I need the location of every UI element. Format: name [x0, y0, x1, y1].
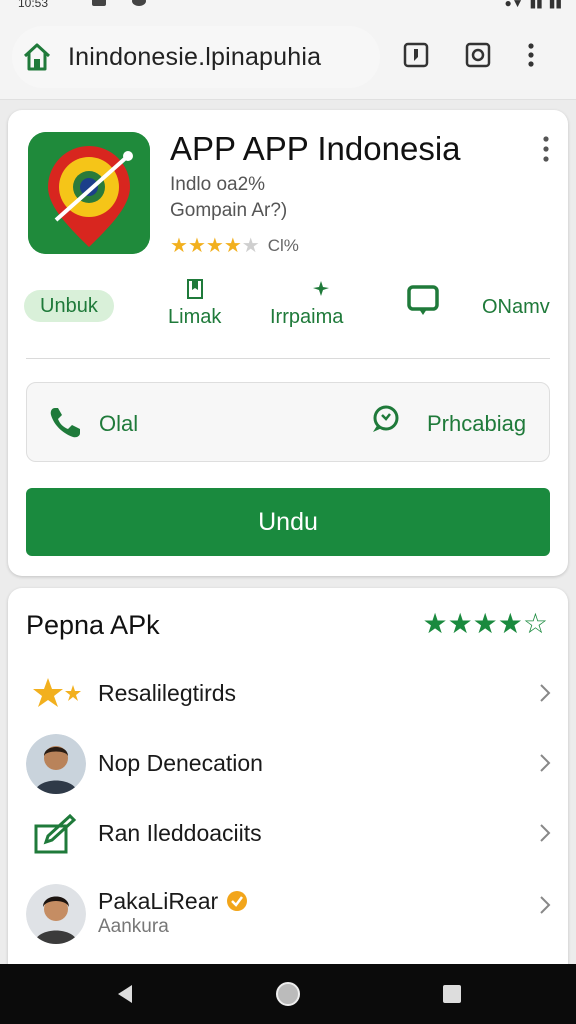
- home-circle-icon[interactable]: [274, 980, 302, 1008]
- star-icon: ★: [422, 608, 448, 639]
- contact-box: Olal Prhcabiag: [26, 382, 550, 462]
- section-rating: ★ ★ ★ ★ ☆: [422, 610, 548, 638]
- list-item-reviews[interactable]: Resalilegtirds: [8, 660, 568, 726]
- url-text[interactable]: Inindonesie.lpinapuhia: [68, 43, 321, 72]
- edit-box-icon: [34, 813, 77, 854]
- browser-toolbar: Inindonesie.lpinapuhia: [0, 14, 576, 100]
- app-notification-icon: [132, 0, 146, 6]
- chat-icon[interactable]: [406, 284, 440, 318]
- list-item-profile[interactable]: PakaLiRear Aankura: [8, 880, 568, 946]
- divider: [26, 358, 550, 359]
- recents-icon[interactable]: [438, 980, 466, 1008]
- star-icon: ★: [170, 235, 188, 257]
- list-item-label: Resalilegtirds: [98, 680, 237, 706]
- app-rating: ★ ★ ★ ★ ★ Cl%: [170, 236, 299, 256]
- chat-label[interactable]: Prhcabiag: [427, 411, 526, 437]
- app-meta-line1: Indlo oa2%: [170, 174, 266, 195]
- back-icon[interactable]: [112, 980, 140, 1008]
- list-item-developer[interactable]: Nop Denecation: [8, 730, 568, 796]
- list-item-label: Nop Denecation: [98, 750, 263, 776]
- action-onamv[interactable]: ONamv: [482, 296, 550, 319]
- sparkle-icon: [313, 281, 329, 296]
- action-limak[interactable]: Limak: [168, 306, 221, 329]
- more-vert-icon[interactable]: [526, 41, 536, 69]
- notification-icon: [92, 0, 106, 6]
- rating-text: Cl%: [267, 236, 299, 255]
- action-irrpaima[interactable]: Irrpaima: [270, 306, 343, 329]
- star-icon: ★: [223, 235, 242, 257]
- status-time: 10:53: [18, 0, 49, 10]
- star-empty-icon: ☆: [522, 608, 548, 639]
- wifi-icon: ●▼: [504, 0, 524, 10]
- star-icon: ★: [447, 608, 473, 639]
- call-label[interactable]: Olal: [99, 411, 138, 437]
- action-row: Unbuk Limak Irrpaima ONamv: [8, 278, 568, 338]
- action-unbuk[interactable]: Unbuk: [24, 290, 114, 322]
- app-more-icon[interactable]: [542, 136, 550, 162]
- verified-badge-icon: [227, 891, 247, 911]
- system-nav-bar: [0, 964, 576, 1024]
- screenshot-icon[interactable]: [464, 41, 492, 69]
- list-item-label: PakaLiRear: [98, 888, 219, 914]
- signal-icon: ▮▮: [529, 0, 543, 10]
- star-icon: ★: [472, 608, 498, 639]
- app-developer: Gompain Ar?): [170, 200, 288, 221]
- chevron-right-icon: [540, 824, 551, 842]
- stars-icon: [33, 678, 81, 707]
- star-icon: ★: [187, 235, 206, 257]
- home-icon[interactable]: [20, 40, 54, 74]
- info-section-card: Pepna APk ★ ★ ★ ★ ☆ Resalilegtirds Nop D…: [8, 588, 568, 978]
- phone-icon[interactable]: [47, 405, 83, 441]
- app-logo-icon: [28, 132, 150, 254]
- avatar: [26, 884, 86, 944]
- star-icon: ★: [497, 608, 523, 639]
- list-item-sublabel: Aankura: [98, 916, 169, 937]
- status-bar: 10:53 ●▼ ▮▮ ▮▮: [0, 0, 576, 14]
- star-icon: ★: [205, 235, 224, 257]
- bookmark-icon: [187, 279, 203, 299]
- chevron-right-icon: [540, 754, 551, 772]
- list-item-edit[interactable]: Ran Ileddoaciits: [8, 800, 568, 866]
- avatar: [26, 734, 86, 794]
- chevron-right-icon: [540, 896, 551, 914]
- section-title: Pepna APk: [26, 610, 160, 640]
- chevron-right-icon: [540, 684, 551, 702]
- tabs-icon[interactable]: [402, 41, 430, 69]
- app-header-card: APP APP Indonesia Indlo oa2% Gompain Ar?…: [8, 110, 568, 576]
- star-empty-icon: ★: [241, 235, 260, 257]
- battery-icon: ▮▮: [548, 0, 562, 10]
- status-icons: ●▼ ▮▮ ▮▮: [504, 0, 562, 10]
- list-item-label: Ran Ileddoaciits: [98, 820, 262, 846]
- address-bar[interactable]: Inindonesie.lpinapuhia: [12, 26, 380, 88]
- whatsapp-icon[interactable]: [369, 403, 401, 435]
- install-button[interactable]: Undu: [26, 488, 550, 556]
- app-title: APP APP Indonesia: [170, 130, 461, 167]
